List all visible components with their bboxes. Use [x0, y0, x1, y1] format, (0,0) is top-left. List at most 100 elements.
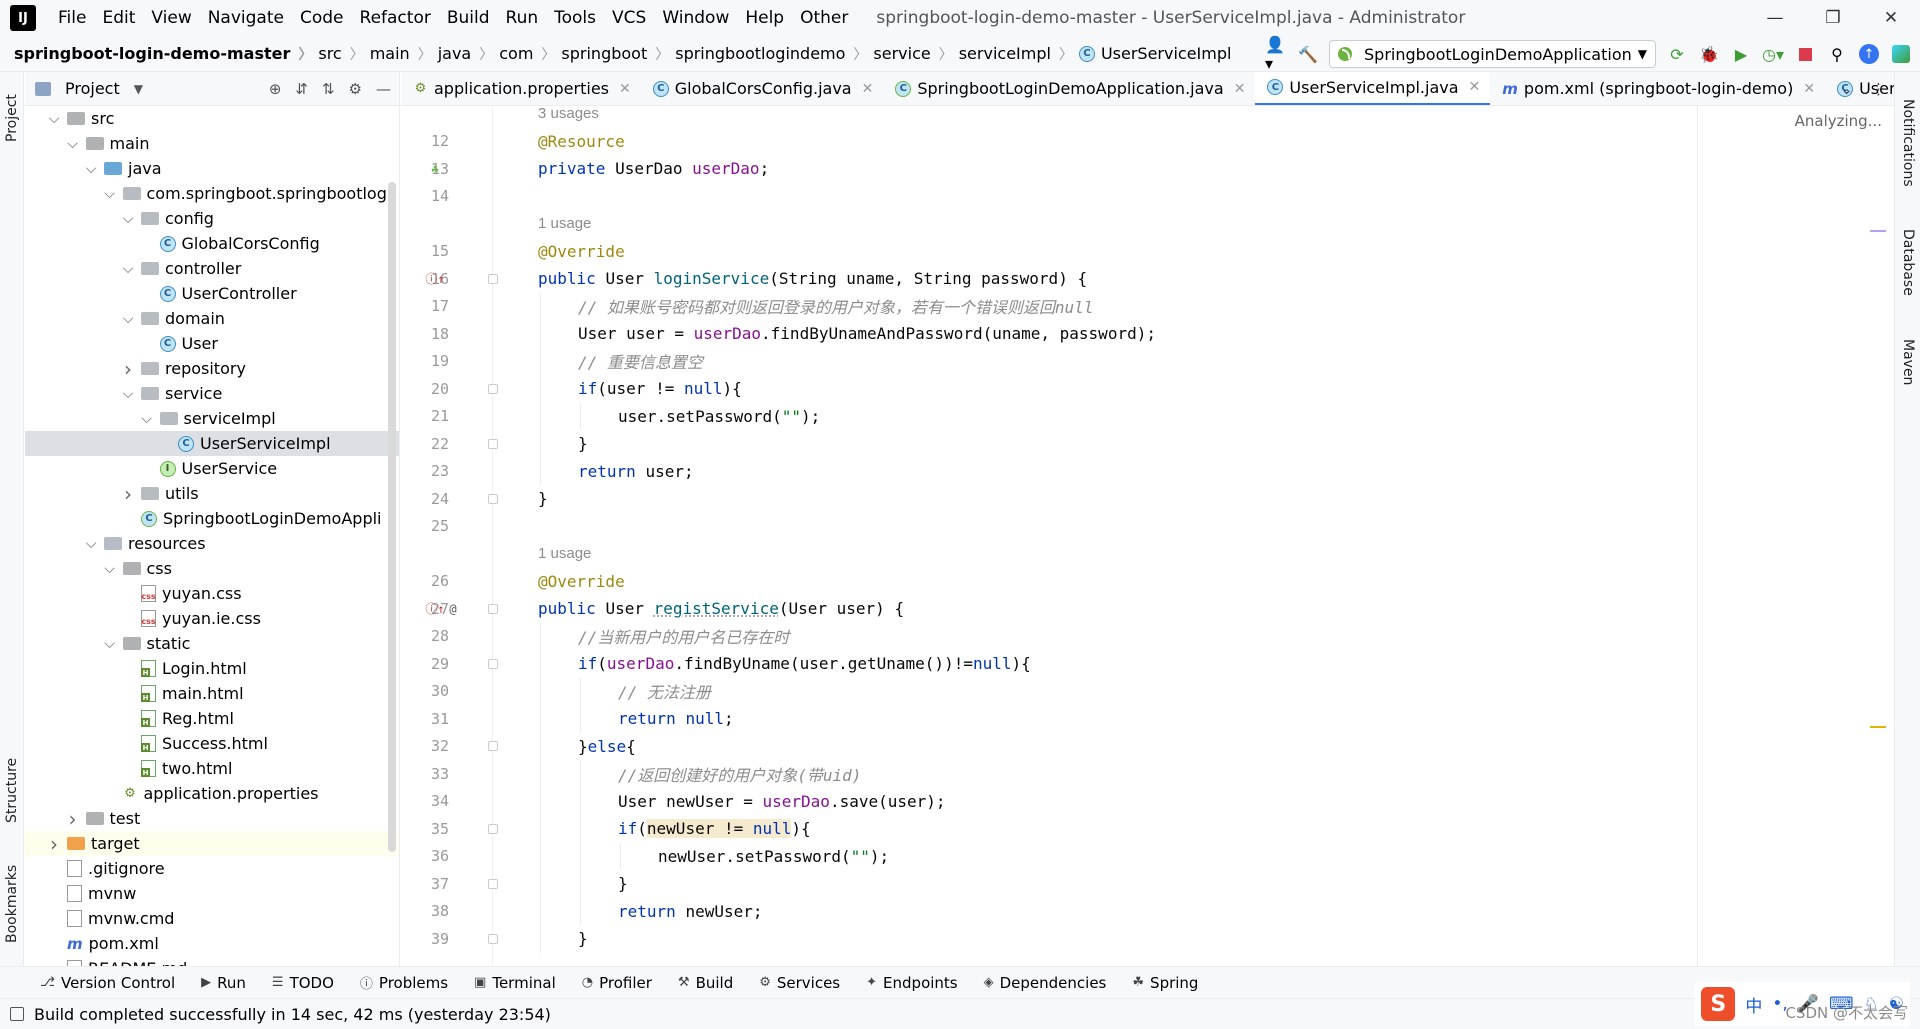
implements-icon[interactable]: ⓘ↑: [423, 269, 447, 289]
usage-hint[interactable]: 1 usage: [401, 540, 1691, 568]
tree-item[interactable]: ⌵ service: [25, 381, 399, 406]
tree-item[interactable]: › utils: [25, 481, 399, 506]
locate-icon[interactable]: ⊕: [269, 80, 282, 98]
status-message[interactable]: Build completed successfully in 14 sec, …: [34, 1005, 551, 1024]
restore-icon[interactable]: ❐: [1804, 0, 1862, 36]
menu-build[interactable]: Build: [439, 0, 498, 36]
code-editor[interactable]: Analyzing... 3 usages 12 @Resource 13 ☘ priva…: [401, 106, 1894, 966]
hide-icon[interactable]: —: [376, 80, 391, 98]
tree-item[interactable]: ⌵ resources: [25, 531, 399, 556]
menu-vcs[interactable]: VCS: [604, 0, 654, 36]
chevron-down-icon[interactable]: ⌵: [121, 311, 135, 327]
run-configuration-select[interactable]: SpringbootLoginDemoApplication ▼: [1329, 40, 1656, 68]
tree-item[interactable]: ⌵ com.springboot.springbootlogi: [25, 181, 399, 206]
tool-window-endpoints[interactable]: ✦ Endpoints: [866, 974, 957, 992]
chevron-down-icon[interactable]: ⌵: [47, 111, 61, 127]
jetbrains-ai-icon[interactable]: [1890, 43, 1912, 65]
tree-item[interactable]: ⌵ domain: [25, 306, 399, 331]
usage-hint[interactable]: 3 usages: [401, 106, 1691, 128]
tree-item[interactable]: ⌵ main: [25, 131, 399, 156]
user-icon[interactable]: 👤▾: [1265, 35, 1287, 73]
fold-toggle-icon[interactable]: [488, 933, 498, 944]
at-icon[interactable]: @: [441, 599, 465, 619]
hammer-icon[interactable]: 🔨: [1297, 43, 1319, 65]
breadcrumb-item[interactable]: com 〉: [493, 44, 555, 64]
tool-window-build[interactable]: ⚒ Build: [678, 974, 733, 992]
tree-item[interactable]: mvnw: [25, 881, 399, 906]
structure-tool-tab[interactable]: Structure: [0, 742, 24, 838]
chevron-right-icon[interactable]: ›: [121, 482, 135, 506]
chevron-down-icon[interactable]: ⌵: [103, 186, 117, 202]
menu-file[interactable]: File: [50, 0, 94, 36]
tool-window-services[interactable]: ⚙ Services: [759, 974, 840, 992]
run-coverage-icon[interactable]: ▶: [1730, 43, 1752, 65]
menu-help[interactable]: Help: [737, 0, 792, 36]
bookmarks-tool-tab[interactable]: Bookmarks: [0, 854, 24, 954]
close-icon[interactable]: ✕: [1862, 0, 1920, 36]
editor-tab[interactable]: m pom.xml (springboot-login-demo) ✕: [1490, 72, 1825, 105]
menu-edit[interactable]: Edit: [94, 0, 143, 36]
tree-item[interactable]: C UserServiceImpl: [25, 431, 399, 456]
menu-navigate[interactable]: Navigate: [200, 0, 292, 36]
breadcrumb-item[interactable]: src 〉: [312, 44, 363, 64]
tree-item[interactable]: C User: [25, 331, 399, 356]
notifications-tool-tab[interactable]: Notifications: [1895, 84, 1920, 202]
status-toggle-icon[interactable]: [10, 1007, 24, 1021]
chevron-right-icon[interactable]: ›: [121, 357, 135, 381]
tree-item[interactable]: ⌵ java: [25, 156, 399, 181]
tool-window-terminal[interactable]: ▣ Terminal: [474, 974, 556, 992]
sogou-ime-icon[interactable]: S: [1701, 987, 1736, 1021]
chevron-down-icon[interactable]: ▼: [134, 82, 143, 96]
fold-toggle-icon[interactable]: [488, 383, 498, 394]
tree-item[interactable]: .gitignore: [25, 856, 399, 881]
bean-icon[interactable]: ☘: [423, 159, 447, 179]
menu-other[interactable]: Other: [792, 0, 856, 36]
breadcrumb-item[interactable]: service 〉: [867, 44, 952, 64]
close-tab-icon[interactable]: ✕: [1803, 81, 1815, 97]
tool-window-spring[interactable]: ☘ Spring: [1132, 974, 1198, 992]
usage-hint-text[interactable]: 1 usage: [538, 215, 591, 232]
chevron-down-icon[interactable]: ⌵: [66, 136, 80, 152]
chevron-down-icon[interactable]: ⌵: [103, 561, 117, 577]
close-tab-icon[interactable]: ✕: [862, 81, 874, 97]
menu-tools[interactable]: Tools: [546, 0, 604, 36]
tree-item[interactable]: two.html: [25, 756, 399, 781]
tree-item[interactable]: C SpringbootLoginDemoAppli: [25, 506, 399, 531]
close-tab-icon[interactable]: ✕: [1469, 79, 1481, 95]
tree-item[interactable]: C UserController: [25, 281, 399, 306]
chevron-down-icon[interactable]: ⌵: [84, 161, 98, 177]
tree-item[interactable]: css yuyan.ie.css: [25, 606, 399, 631]
debug-icon[interactable]: 🐞: [1698, 43, 1720, 65]
expand-all-icon[interactable]: ⇵: [295, 80, 308, 98]
tree-item[interactable]: ⚙ application.properties: [25, 781, 399, 806]
usage-hint[interactable]: 1 usage: [401, 210, 1691, 238]
chevron-down-icon[interactable]: ⌵: [140, 411, 154, 427]
fold-toggle-icon[interactable]: [488, 823, 498, 834]
tree-item[interactable]: › target: [25, 831, 399, 856]
tool-window-run[interactable]: ▶ Run: [201, 974, 246, 992]
tree-item[interactable]: main.html: [25, 681, 399, 706]
tree-item[interactable]: Success.html: [25, 731, 399, 756]
chevron-right-icon[interactable]: ›: [66, 807, 80, 831]
profile-icon[interactable]: ◷▾: [1762, 43, 1784, 65]
tree-item[interactable]: mvnw.cmd: [25, 906, 399, 931]
tree-item[interactable]: Reg.html: [25, 706, 399, 731]
project-tool-tab[interactable]: Project: [0, 78, 24, 158]
menu-window[interactable]: Window: [654, 0, 737, 36]
collapse-all-icon[interactable]: ⇅: [322, 80, 335, 98]
fold-toggle-icon[interactable]: [488, 493, 498, 504]
chevron-down-icon[interactable]: ⌵: [121, 386, 135, 402]
chevron-down-icon[interactable]: ⌵: [84, 536, 98, 552]
editor-tab[interactable]: ⚙ application.properties ✕: [401, 72, 641, 105]
fold-toggle-icon[interactable]: [488, 603, 498, 614]
breadcrumb-item[interactable]: java 〉: [432, 44, 494, 64]
more-icon[interactable]: ⋮: [1871, 80, 1886, 98]
tree-item[interactable]: m pom.xml: [25, 931, 399, 956]
fold-toggle-icon[interactable]: [488, 878, 498, 889]
menu-refactor[interactable]: Refactor: [352, 0, 439, 36]
breadcrumb-item[interactable]: springboot-login-demo-master 〉: [0, 44, 312, 64]
tool-window-dependencies[interactable]: ◈ Dependencies: [984, 974, 1107, 992]
tree-item[interactable]: README.md: [25, 956, 399, 966]
project-title[interactable]: Project: [65, 79, 120, 98]
tree-item[interactable]: ⌵ css: [25, 556, 399, 581]
